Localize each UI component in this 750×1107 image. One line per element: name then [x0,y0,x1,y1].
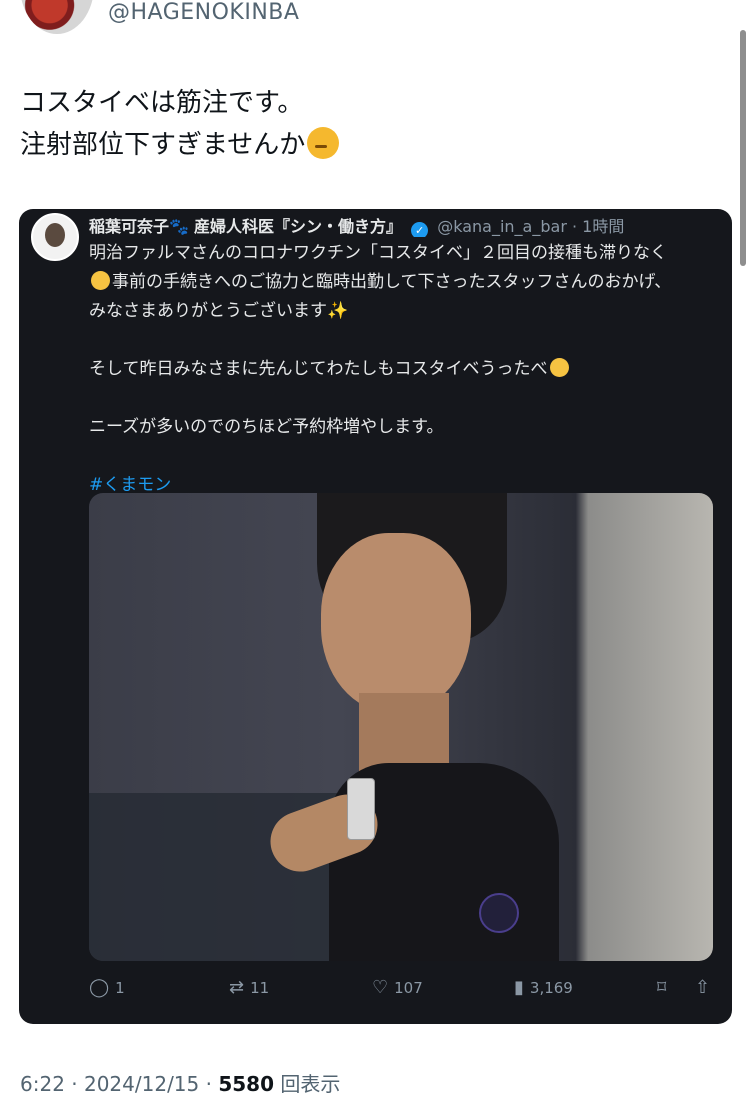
tweet-line-2: 注射部位下すぎませんか [20,124,340,166]
scrollbar[interactable] [740,30,746,266]
like-button[interactable]: ♡ 107 [372,977,423,998]
reply-button[interactable]: ◯ 1 [89,977,125,998]
photo-vial [347,778,375,840]
repost-icon: ⇄ [229,977,245,998]
tweet-photo[interactable] [89,493,713,961]
smiling-face-icon [549,358,569,377]
tweet-footer: 6:22 · 2024/12/15 · 5580 回表示 [20,1068,340,1097]
paw-icon: 🐾 [169,217,189,236]
photo-face [321,533,471,713]
quoted-body-line-4-text: そして昨日みなさまに先んじてわたしもコスタイベうったべ [89,359,548,379]
quoted-body-line-3-text: みなさまありがとうございます [89,301,327,321]
sparkles-icon: ✨ [327,301,349,321]
quoted-handle-time: @kana_in_a_bar · 1時間 [437,217,625,236]
quoted-action-bar: ◯ 1 ⇄ 11 ♡ 107 ▮ 3,169 ⌑ ⇧ [89,979,713,1005]
share-button[interactable]: ⇧ [695,979,710,997]
verified-badge-icon: ✓ [411,222,429,237]
quoted-body-line-3: みなさまありがとうございます✨ [89,297,724,326]
quoted-body-line-1: 明治ファルマさんのコロナワクチン「コスタイベ」２回目の接種も滞りなく [89,243,667,263]
bar-chart-icon: ▮ [514,977,524,998]
quoted-author-name: 稲葉可奈子 [89,217,170,236]
smiling-face-icon [91,271,110,290]
views-count-total: 5580 [218,1072,275,1096]
bookmark-button[interactable]: ⌑ [657,979,666,997]
thinking-face-icon [307,127,340,159]
quoted-body-line-2-text: 事前の手続きへのご協力と臨時出勤して下さったスタッフさんのおかげ、 [112,272,672,292]
author-avatar[interactable] [20,0,94,34]
tweet-line-2-text: 注射部位下すぎませんか [20,130,306,160]
quoted-tweet-header: 稲葉可奈子🐾 産婦人科医『シン・働き方』 ✓ @kana_in_a_bar · … [89,213,722,237]
reply-count: 1 [115,979,125,997]
quoted-tweet-body: 明治ファルマさんのコロナワクチン「コスタイベ」２回目の接種も滞りなく 事前の手続… [89,239,724,500]
heart-icon: ♡ [372,977,389,998]
repost-count: 11 [250,979,270,997]
views-button[interactable]: ▮ 3,169 [514,977,573,998]
quoted-author-avatar [31,213,79,261]
views-label: 回表示 [274,1072,341,1096]
photo-sticker [479,893,519,933]
reply-icon: ◯ [89,977,110,998]
views-count: 3,169 [529,979,573,997]
quoted-body-line-5: ニーズが多いのでのちほど予約枠増やします。 [89,417,444,437]
author-handle[interactable]: @HAGENOKINBA [108,0,299,25]
tweet-text: コスタイベは筋注です。 注射部位下すぎませんか [20,82,340,166]
quoted-tweet-screenshot[interactable]: 稲葉可奈子🐾 産婦人科医『シン・働き方』 ✓ @kana_in_a_bar · … [19,209,732,1024]
quoted-body-line-2: 事前の手続きへのご協力と臨時出勤して下さったスタッフさんのおかげ、 [89,268,724,297]
quoted-body-line-4: そして昨日みなさまに先んじてわたしもコスタイベうったべ [89,355,724,384]
repost-button[interactable]: ⇄ 11 [229,977,270,998]
like-count: 107 [394,979,423,997]
quoted-author-name-suffix: 産婦人科医『シン・働き方』 [194,217,403,236]
share-icon: ⇧ [695,977,711,998]
timestamp[interactable]: 6:22 · 2024/12/15 · [20,1072,218,1096]
tweet-line-1: コスタイベは筋注です。 [20,88,304,118]
bookmark-icon: ⌑ [657,977,667,998]
